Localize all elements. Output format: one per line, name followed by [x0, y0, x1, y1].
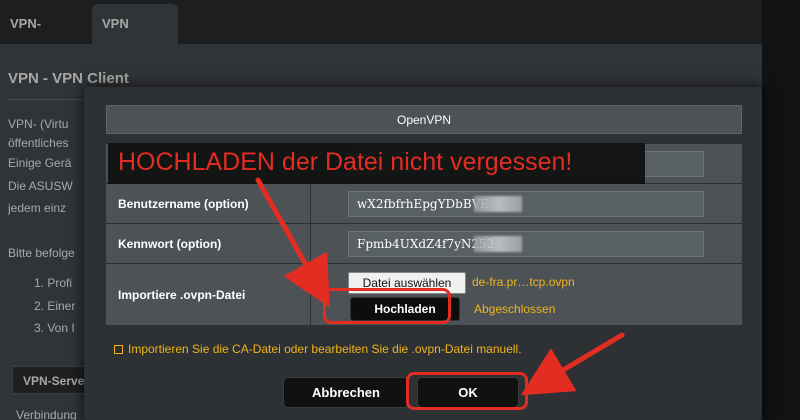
- arrow-to-ok-icon: [520, 332, 625, 396]
- annotation-arrows: [255, 177, 625, 396]
- arrow-to-upload-icon: [255, 177, 330, 308]
